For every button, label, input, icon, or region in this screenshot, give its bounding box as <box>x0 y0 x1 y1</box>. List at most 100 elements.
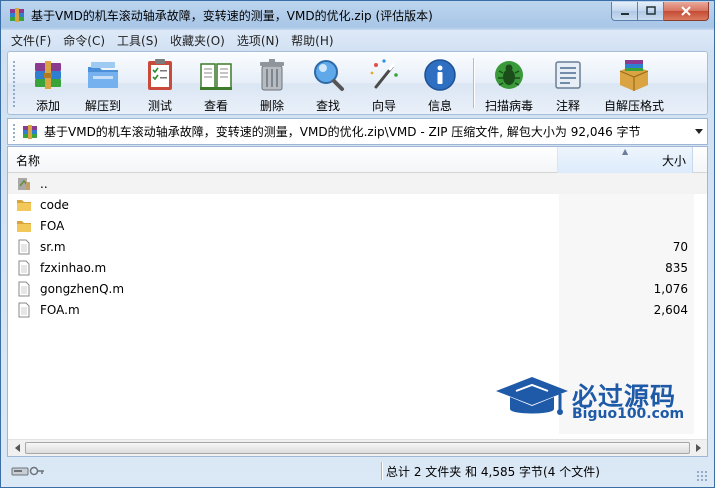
comment-button[interactable]: 注释 <box>539 52 597 114</box>
folder-icon <box>17 220 31 232</box>
comment-note-icon <box>555 61 581 89</box>
menu-favorites[interactable]: 收藏夹(O) <box>164 32 231 49</box>
test-label: 测试 <box>147 99 172 113</box>
file-size: 2,604 <box>653 302 688 317</box>
sort-ascending-icon: ▲ <box>622 147 629 156</box>
info-button[interactable]: 信息 <box>412 52 468 114</box>
list-header: 名称 ▲ 大小 <box>8 147 707 173</box>
info-label: 信息 <box>427 99 452 113</box>
document-icon <box>18 239 30 254</box>
file-name: .. <box>40 176 48 191</box>
list-item-folder-foa[interactable]: FOA <box>8 215 707 236</box>
virus-bug-icon <box>495 61 523 89</box>
toolbar-separator <box>473 58 474 108</box>
document-icon <box>18 302 30 317</box>
column-name-label: 名称 <box>16 153 41 168</box>
menu-bar: 文件(F) 命令(C) 工具(S) 收藏夹(O) 选项(N) 帮助(H) <box>1 30 714 50</box>
toolbar-grip[interactable] <box>12 60 16 108</box>
scrollbar-thumb[interactable] <box>25 442 690 454</box>
window-title: 基于VMD的机车滚动轴承故障，变转速的测量，VMD的优化.zip (评估版本) <box>31 8 433 23</box>
menu-help[interactable]: 帮助(H) <box>285 32 339 49</box>
watermark-url: Biguo100.com <box>572 406 685 422</box>
status-left-pane <box>7 461 381 481</box>
list-item-file-foa-m[interactable]: FOA.m 2,604 <box>8 299 707 320</box>
view-book-icon <box>200 63 232 90</box>
document-icon <box>18 260 30 275</box>
find-button[interactable]: 查找 <box>300 52 356 114</box>
file-size: 70 <box>672 239 688 254</box>
delete-button[interactable]: 删除 <box>244 52 300 114</box>
list-item-file-sr[interactable]: sr.m 70 <box>8 236 707 257</box>
file-size: 835 <box>665 260 688 275</box>
folder-icon <box>17 199 31 211</box>
menu-tools[interactable]: 工具(S) <box>111 32 164 49</box>
menu-commands[interactable]: 命令(C) <box>57 32 111 49</box>
wizard-label: 向导 <box>371 99 396 113</box>
horizontal-scrollbar[interactable] <box>8 439 707 456</box>
comment-label: 注释 <box>555 99 580 113</box>
winrar-window: 基于VMD的机车滚动轴承故障，变转速的测量，VMD的优化.zip (评估版本) … <box>0 0 715 488</box>
drive-key-icon[interactable] <box>11 465 45 477</box>
address-path: 基于VMD的机车滚动轴承故障，变转速的测量，VMD的优化.zip\VMD - Z… <box>44 125 641 139</box>
find-label: 查找 <box>315 99 340 113</box>
address-dropdown-button[interactable] <box>691 122 707 142</box>
test-clipboard-icon <box>148 59 172 90</box>
toolbar: 添加 解压到 测试 查看 删除 查找 向导 信息 扫描病毒 注释 自解压格式 <box>7 51 708 115</box>
close-button[interactable] <box>664 2 709 21</box>
close-icon <box>681 6 691 16</box>
parent-folder-icon <box>18 177 30 190</box>
address-bar[interactable]: 基于VMD的机车滚动轴承故障，变转速的测量，VMD的优化.zip\VMD - Z… <box>7 118 708 145</box>
wizard-button[interactable]: 向导 <box>356 52 412 114</box>
sfx-label: 自解压格式 <box>603 99 664 113</box>
file-name: sr.m <box>40 239 66 254</box>
resize-grip[interactable] <box>696 470 708 482</box>
chevron-left-icon <box>14 444 20 452</box>
status-summary: 总计 2 文件夹 和 4,585 字节(4 个文件) <box>386 464 600 479</box>
list-item-file-fzxinhao[interactable]: fzxinhao.m 835 <box>8 257 707 278</box>
column-header-name[interactable]: 名称 <box>8 147 558 173</box>
sfx-box-icon <box>619 60 649 91</box>
list-item-file-gongzhenq[interactable]: gongzhenQ.m 1,076 <box>8 278 707 299</box>
virus-scan-button[interactable]: 扫描病毒 <box>479 52 539 114</box>
address-grip[interactable] <box>12 122 16 141</box>
file-name: fzxinhao.m <box>40 260 107 275</box>
maximize-icon <box>645 6 656 15</box>
view-label: 查看 <box>203 99 228 113</box>
document-icon <box>18 281 30 296</box>
list-item-folder-code[interactable]: code <box>8 194 707 215</box>
zip-archive-icon <box>23 124 37 139</box>
file-size: 1,076 <box>653 281 688 296</box>
info-icon <box>424 59 456 91</box>
column-header-size[interactable]: ▲ 大小 <box>558 147 693 173</box>
trash-icon <box>260 59 284 91</box>
maximize-button[interactable] <box>638 2 664 21</box>
chevron-down-icon <box>695 128 703 134</box>
sfx-button[interactable]: 自解压格式 <box>597 52 671 114</box>
file-name: FOA.m <box>40 302 80 317</box>
chevron-right-icon <box>695 444 701 452</box>
scroll-right-button[interactable] <box>690 440 707 456</box>
scroll-left-button[interactable] <box>8 440 25 456</box>
view-button[interactable]: 查看 <box>188 52 244 114</box>
add-label: 添加 <box>35 99 60 113</box>
list-item-parent[interactable]: .. <box>8 173 707 194</box>
delete-label: 删除 <box>259 99 284 113</box>
file-name: FOA <box>40 218 65 233</box>
minimize-icon <box>620 13 629 15</box>
title-bar[interactable]: 基于VMD的机车滚动轴承故障，变转速的测量，VMD的优化.zip (评估版本) <box>1 1 714 29</box>
watermark: 必过源码 Biguo100.com <box>494 373 694 425</box>
winrar-app-icon[interactable] <box>9 7 25 23</box>
extract-to-label: 解压到 <box>84 99 121 113</box>
magnifier-icon <box>314 60 344 91</box>
add-button[interactable]: 添加 <box>22 52 74 114</box>
minimize-button[interactable] <box>611 2 638 21</box>
graduation-cap-logo-icon <box>496 377 568 415</box>
menu-options[interactable]: 选项(N) <box>231 32 285 49</box>
extract-to-button[interactable]: 解压到 <box>74 52 132 114</box>
file-name: gongzhenQ.m <box>40 281 125 296</box>
extract-folder-icon <box>88 62 118 88</box>
add-archive-icon <box>35 61 61 89</box>
virus-scan-label: 扫描病毒 <box>484 99 533 113</box>
menu-file[interactable]: 文件(F) <box>5 32 57 49</box>
test-button[interactable]: 测试 <box>132 52 188 114</box>
